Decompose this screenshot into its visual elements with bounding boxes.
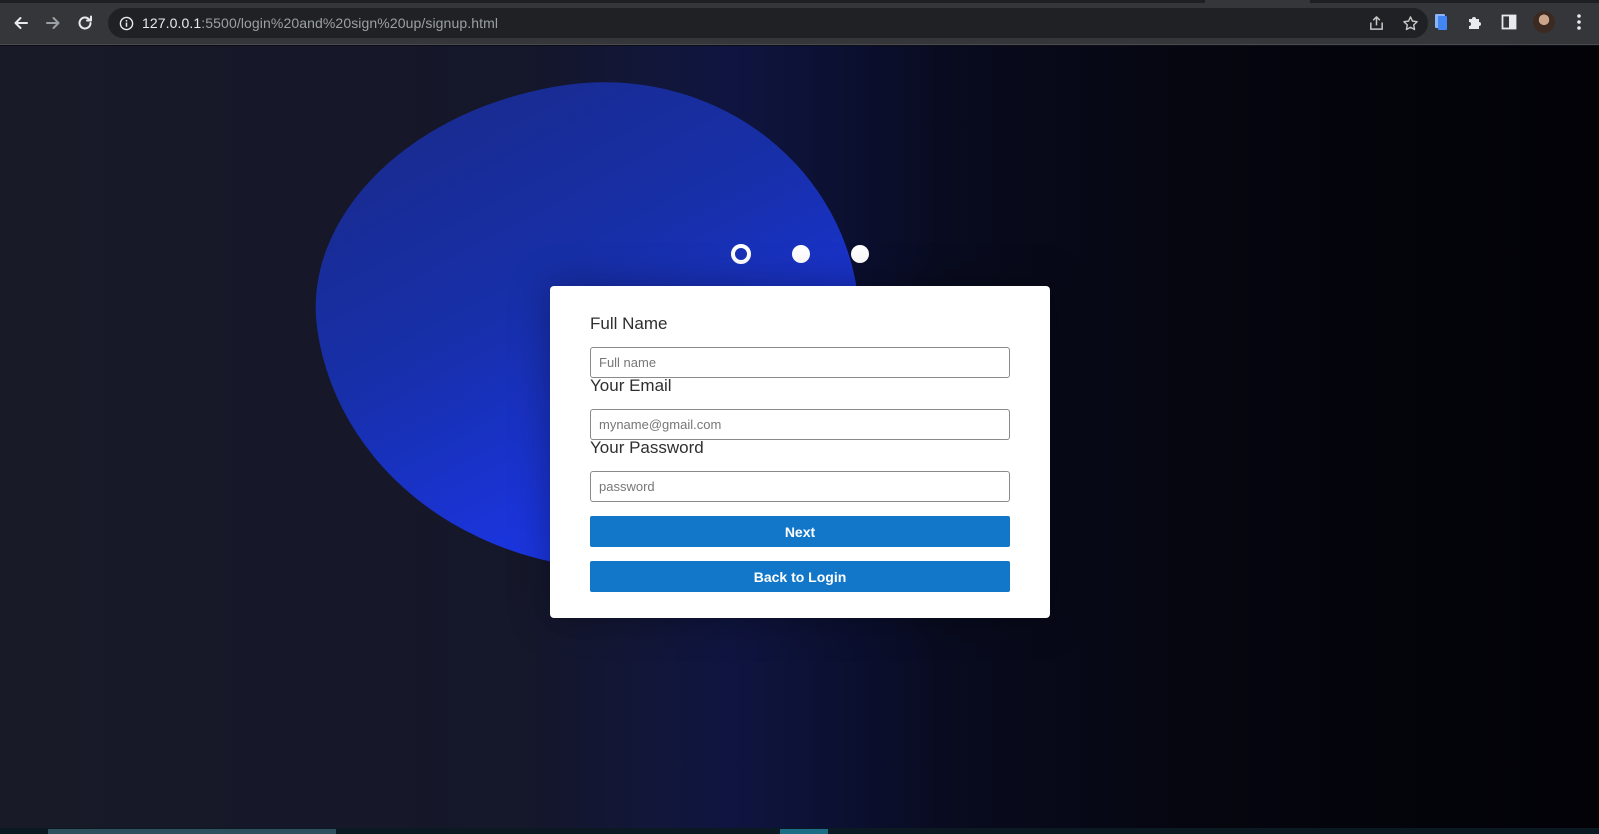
password-input[interactable] <box>590 471 1010 502</box>
url-path: :5500/login%20and%20sign%20up/signup.htm… <box>201 15 499 31</box>
back-to-login-button[interactable]: Back to Login <box>590 561 1010 592</box>
step-indicator <box>0 244 1599 265</box>
step-dot-2 <box>792 245 810 263</box>
next-button[interactable]: Next <box>590 516 1010 547</box>
full-name-input[interactable] <box>590 347 1010 378</box>
star-icon[interactable] <box>1400 13 1420 33</box>
reload-icon <box>78 15 92 30</box>
address-bar[interactable]: 127.0.0.1:5500/login%20and%20sign%20up/s… <box>108 8 1428 38</box>
url-host: 127.0.0.1 <box>142 15 202 31</box>
browser-toolbar: 127.0.0.1:5500/login%20and%20sign%20up/s… <box>0 0 1599 45</box>
avatar[interactable] <box>1533 11 1555 33</box>
reload-button[interactable] <box>73 11 97 35</box>
tab-strip-edge-right <box>1310 0 1599 3</box>
step-dot-1 <box>731 244 751 264</box>
taskbar-item <box>48 829 336 834</box>
kebab-menu-icon[interactable] <box>1569 12 1589 32</box>
taskbar-item-active <box>780 829 828 834</box>
arrow-right-icon <box>46 17 60 29</box>
back-button[interactable] <box>9 11 33 35</box>
signup-card: Full Name Your Email Your Password Next … <box>550 286 1050 618</box>
step-dot-3 <box>851 245 869 263</box>
email-label: Your Email <box>590 376 672 395</box>
forward-button[interactable] <box>41 11 65 35</box>
omnibox-actions <box>1366 13 1420 33</box>
email-input[interactable] <box>590 409 1010 440</box>
tab-strip-edge <box>0 0 1205 3</box>
side-panel-icon[interactable] <box>1499 12 1519 32</box>
info-icon[interactable] <box>118 15 134 31</box>
document-extension-icon[interactable] <box>1431 12 1451 32</box>
arrow-left-icon <box>14 17 28 29</box>
extension-area <box>1431 11 1589 33</box>
taskbar-edge <box>0 828 1599 834</box>
page-background: Full Name Your Email Your Password Next … <box>0 46 1599 834</box>
url-text: 127.0.0.1:5500/login%20and%20sign%20up/s… <box>142 15 498 31</box>
password-label: Your Password <box>590 438 704 457</box>
puzzle-icon[interactable] <box>1465 12 1485 32</box>
share-icon[interactable] <box>1366 13 1386 33</box>
full-name-label: Full Name <box>590 314 668 333</box>
